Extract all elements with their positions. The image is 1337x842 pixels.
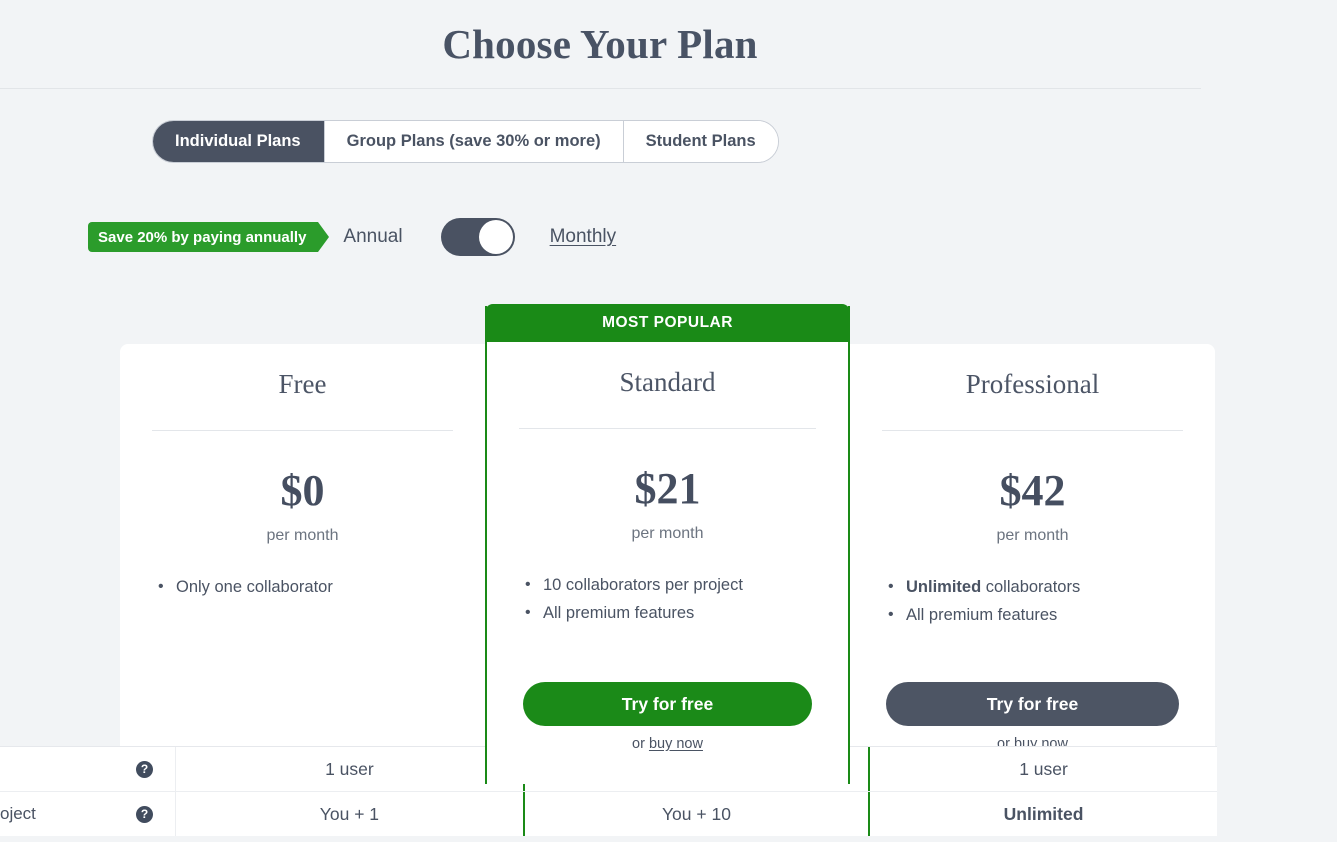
plan-period-standard: per month xyxy=(631,524,704,542)
tab-individual-plans[interactable]: Individual Plans xyxy=(152,121,324,162)
plan-card-standard: MOST POPULAR Standard $21 per month 10 c… xyxy=(485,304,850,784)
table-row: oject ? You + 1 You + 10 Unlimited xyxy=(0,791,1217,836)
most-popular-ribbon: MOST POPULAR xyxy=(485,304,850,342)
table-cell-professional: 1 user xyxy=(1019,758,1068,779)
plan-name-standard: Standard xyxy=(619,367,716,397)
feature-list-free: Only one collaborator xyxy=(120,573,485,601)
help-circle-icon[interactable]: ? xyxy=(136,805,153,823)
buy-now-link-standard[interactable]: buy now xyxy=(649,736,703,752)
row-label: oject xyxy=(0,804,36,823)
billing-period-row: Save 20% by paying annually Annual Month… xyxy=(88,217,616,257)
row-help-cell: ? xyxy=(114,747,176,791)
list-item: Only one collaborator xyxy=(158,573,485,601)
plan-name-free: Free xyxy=(278,369,327,399)
list-item: 10 collaborators per project xyxy=(525,571,848,599)
plan-price-standard: $21 xyxy=(634,463,701,513)
billing-period-toggle[interactable] xyxy=(440,218,515,256)
plan-type-tabs[interactable]: Individual Plans Group Plans (save 30% o… xyxy=(152,120,779,163)
toggle-knob xyxy=(478,220,513,254)
row-help-cell: ? xyxy=(114,792,176,836)
plan-divider xyxy=(882,429,1183,431)
plan-divider xyxy=(519,427,816,429)
table-cell-standard: You + 10 xyxy=(522,792,871,836)
plan-card-professional: Professional $42 per month Unlimited col… xyxy=(850,344,1215,784)
cta-subtext-prefix: or xyxy=(632,736,649,752)
help-circle-icon[interactable]: ? xyxy=(136,760,153,778)
table-cell-professional: Unlimited xyxy=(1003,803,1084,824)
header-divider xyxy=(0,88,1201,89)
badge-arrow-icon xyxy=(318,222,330,252)
list-item: Unlimited collaborators xyxy=(888,573,1215,601)
plan-price-free: $0 xyxy=(280,465,325,515)
try-for-free-button-professional[interactable]: Try for free xyxy=(886,682,1179,726)
feature-list-standard: 10 collaborators per project All premium… xyxy=(487,571,848,627)
cta-subtext-standard: or buy now xyxy=(523,736,812,752)
cta-group-standard: Try for free or buy now xyxy=(487,682,848,752)
plan-period-professional: per month xyxy=(996,526,1069,544)
monthly-label[interactable]: Monthly xyxy=(550,226,617,248)
table-cell-free: You + 1 xyxy=(319,803,380,824)
row-label xyxy=(0,747,114,791)
plan-price-professional: $42 xyxy=(999,465,1066,515)
plan-divider xyxy=(152,429,453,431)
plan-name-professional: Professional xyxy=(965,369,1100,399)
feature-emphasis: Unlimited xyxy=(906,577,982,596)
try-for-free-button-standard[interactable]: Try for free xyxy=(523,682,812,726)
feature-list-professional: Unlimited collaborators All premium feat… xyxy=(850,573,1215,629)
save-annually-badge: Save 20% by paying annually xyxy=(88,222,330,252)
list-item: All premium features xyxy=(888,601,1215,629)
plan-period-free: per month xyxy=(266,526,339,544)
annual-label[interactable]: Annual xyxy=(343,226,402,248)
cta-group-professional: Try for free or buy now xyxy=(850,682,1215,752)
feature-rest: collaborators xyxy=(981,577,1081,596)
plan-card-free: Free $0 per month Only one collaborator xyxy=(120,344,485,784)
tab-student-plans[interactable]: Student Plans xyxy=(622,121,778,162)
page-title: Choose Your Plan xyxy=(442,21,758,67)
tab-group-plans[interactable]: Group Plans (save 30% or more) xyxy=(323,121,623,162)
list-item: All premium features xyxy=(525,599,848,627)
table-cell-free: 1 user xyxy=(325,758,374,779)
save-annually-badge-label: Save 20% by paying annually xyxy=(98,228,307,246)
pricing-cards: Free $0 per month Only one collaborator … xyxy=(120,304,1217,784)
table-bottom-strip xyxy=(0,836,1217,842)
